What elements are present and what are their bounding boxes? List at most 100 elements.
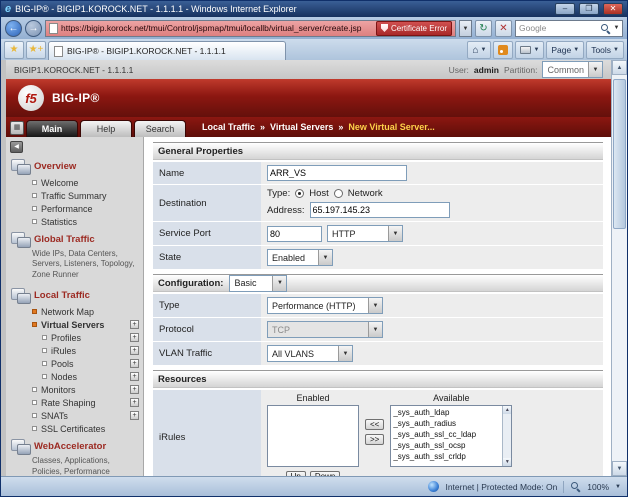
stop-button[interactable]: ✕ (495, 20, 512, 37)
zoom-level[interactable]: 100% (587, 482, 609, 492)
search-icon[interactable] (600, 23, 611, 34)
state-select[interactable]: Enabled ▼ (267, 249, 333, 266)
sidebar-collapse-button[interactable]: ◀ (10, 141, 23, 153)
tab-main[interactable]: Main (26, 120, 78, 137)
expand-plus-icon[interactable]: + (130, 398, 139, 407)
zoom-dropdown-icon[interactable]: ▼ (615, 484, 621, 490)
scrollbar-track[interactable] (612, 75, 627, 461)
partition-label: Partition: (504, 65, 538, 75)
sidebar-item-network-map[interactable]: Network Map (6, 305, 143, 318)
sidebar-item-performance[interactable]: Performance (6, 202, 143, 215)
expand-plus-icon[interactable]: + (130, 359, 139, 368)
section-title[interactable]: Local Traffic (34, 290, 90, 301)
search-box[interactable]: ▼ (515, 20, 623, 37)
add-favorite-icon[interactable]: ★+ (26, 41, 46, 59)
sidebar-item-snats[interactable]: SNATs+ (6, 409, 143, 422)
search-provider-dropdown[interactable]: ▼ (611, 25, 622, 31)
sidebar-item-rate-shaping[interactable]: Rate Shaping + (6, 396, 143, 409)
section-title[interactable]: Global Traffic (34, 234, 95, 245)
type-select[interactable]: Performance (HTTP) ▼ (267, 297, 383, 314)
scroll-down-icon[interactable]: ▼ (612, 461, 627, 476)
scroll-up-icon[interactable]: ▲ (612, 60, 627, 75)
available-irule[interactable]: _sys_auth_ssl_ocsp (393, 440, 500, 451)
page-scrollbar[interactable]: ▲ ▼ (611, 60, 627, 476)
tab-search[interactable]: Search (134, 120, 186, 137)
service-port-protocol-select[interactable]: HTTP ▼ (327, 225, 403, 242)
move-left-button[interactable]: << (365, 419, 384, 430)
section-header-label: General Properties (158, 146, 243, 157)
partition-value: Common (543, 62, 588, 77)
sidebar-item-irules[interactable]: iRules+ (6, 344, 143, 357)
sidebar-item-virtual-servers[interactable]: Virtual Servers+ (6, 318, 143, 331)
page-dropdown-icon: ▼ (573, 47, 579, 53)
expand-plus-icon[interactable]: + (130, 372, 139, 381)
sidebar-item-welcome[interactable]: Welcome (6, 176, 143, 189)
vlan-traffic-select[interactable]: All VLANS ▼ (267, 345, 353, 362)
tab-help[interactable]: Help (80, 120, 132, 137)
expand-plus-icon[interactable]: + (130, 333, 139, 342)
feeds-button[interactable] (493, 41, 513, 59)
expand-plus-icon[interactable]: + (130, 411, 139, 420)
section-title[interactable]: WebAccelerator (34, 441, 106, 452)
available-irule[interactable]: _sys_auth_ssl_crldp (393, 451, 500, 462)
configuration-mode-select[interactable]: Basic ▼ (229, 275, 287, 292)
sidebar-item-traffic-summary[interactable]: Traffic Summary (6, 189, 143, 202)
scrollbar-thumb[interactable] (613, 79, 626, 229)
address-field[interactable]: Certificate Error (45, 20, 456, 37)
device-hostname: BIGIP1.KOROCK.NET - 1.1.1.1 (14, 65, 133, 75)
scroll-up-icon[interactable]: ▲ (503, 406, 511, 414)
available-irule[interactable]: _sys_auth_radius (393, 418, 500, 429)
search-input[interactable] (516, 23, 600, 33)
name-input[interactable] (267, 165, 407, 181)
expand-plus-icon[interactable]: + (130, 385, 139, 394)
back-button[interactable]: ← (5, 20, 22, 37)
breadcrumb-local-traffic[interactable]: Local Traffic (202, 122, 255, 132)
url-history-dropdown[interactable]: ▼ (459, 20, 472, 37)
partition-dropdown-icon: ▼ (588, 62, 602, 77)
network-radio[interactable] (334, 189, 343, 198)
bullet-icon (32, 180, 37, 185)
close-button[interactable]: ✕ (603, 3, 623, 15)
home-button[interactable]: ⌂▼ (467, 41, 491, 59)
sidebar-item-label: Rate Shaping (41, 398, 126, 408)
nav-widget-icon[interactable]: ▦ (10, 121, 24, 135)
certificate-error-badge[interactable]: Certificate Error (376, 21, 452, 36)
forward-button[interactable]: → (25, 20, 42, 37)
favorites-star-icon[interactable]: ★ (4, 41, 24, 59)
host-radio[interactable] (295, 189, 304, 198)
sidebar-item-monitors[interactable]: Monitors+ (6, 383, 143, 396)
url-input[interactable] (61, 23, 373, 33)
service-port-input[interactable] (267, 226, 322, 242)
expand-plus-icon[interactable]: + (130, 346, 139, 355)
enabled-listbox[interactable] (267, 405, 359, 467)
sidebar-item-pools[interactable]: Pools+ (6, 357, 143, 370)
sidebar-item-ssl-certificates[interactable]: SSL Certificates (6, 422, 143, 435)
breadcrumb-virtual-servers[interactable]: Virtual Servers (270, 122, 333, 132)
scroll-down-icon[interactable]: ▼ (503, 458, 511, 466)
move-right-button[interactable]: >> (365, 434, 384, 445)
address-input[interactable] (310, 202, 450, 218)
available-irule[interactable]: _sys_auth_ssl_cc_ldap (393, 429, 500, 440)
sidebar-item-profiles[interactable]: Profiles+ (6, 331, 143, 344)
user-value: admin (474, 65, 499, 75)
page-menu-button[interactable]: Page▼ (546, 41, 584, 59)
sidebar-item-nodes[interactable]: Nodes+ (6, 370, 143, 383)
section-overview: Overview (6, 155, 143, 176)
tools-menu-button[interactable]: Tools▼ (586, 41, 624, 59)
partition-select[interactable]: Common ▼ (542, 61, 603, 78)
available-irule[interactable]: _sys_auth_ldap (393, 407, 500, 418)
minimize-button[interactable]: – (555, 3, 575, 15)
available-listbox[interactable]: _sys_auth_ldap _sys_auth_radius _sys_aut… (390, 405, 512, 467)
browser-tab[interactable]: BIG-IP® - BIGIP1.KOROCK.NET - 1.1.1.1 (48, 41, 286, 60)
address-label: Address: (267, 205, 305, 216)
section-title[interactable]: Overview (34, 161, 76, 172)
sidebar-item-statistics[interactable]: Statistics (6, 215, 143, 228)
expand-plus-icon[interactable]: + (130, 320, 139, 329)
maximize-button[interactable]: ❐ (579, 3, 599, 15)
irules-label: iRules (153, 390, 261, 476)
sidebar-item-label: Network Map (41, 307, 139, 317)
listbox-scrollbar[interactable]: ▲ ▼ (502, 406, 511, 466)
refresh-button[interactable]: ↻ (475, 20, 492, 37)
section-header-label: Configuration: (158, 278, 223, 289)
print-button[interactable]: ▼ (515, 41, 544, 59)
